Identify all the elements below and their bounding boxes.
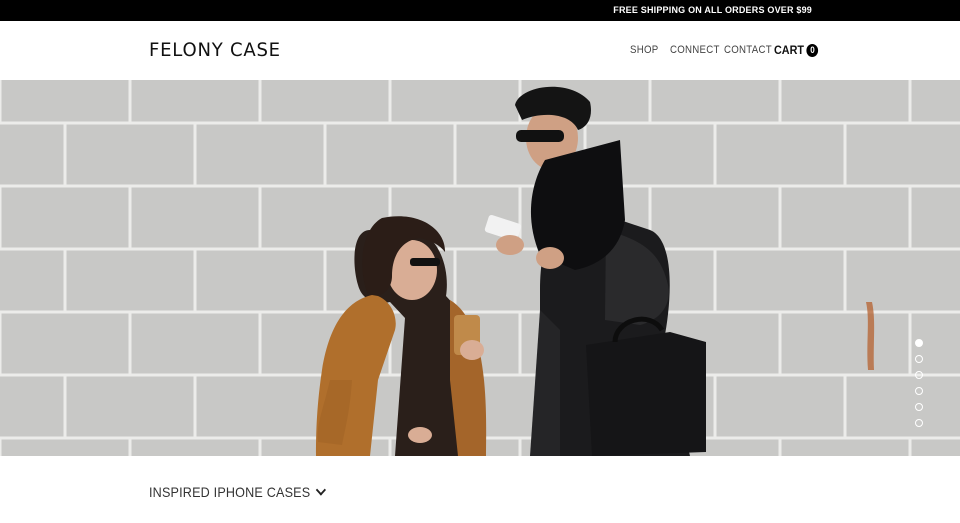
site-header: FELONY CASE SHOP CONNECT CONTACT CART 0	[0, 21, 960, 80]
slide-dot[interactable]	[915, 419, 923, 427]
cart-link[interactable]: CART 0	[774, 43, 819, 57]
slide-dot[interactable]	[915, 403, 923, 411]
slide-dot[interactable]	[915, 371, 923, 379]
nav-connect[interactable]: CONNECT	[670, 44, 720, 56]
hero-slideshow[interactable]	[0, 80, 960, 456]
cart-count-badge: 0	[806, 43, 819, 57]
nav-contact[interactable]: CONTACT	[724, 44, 772, 56]
section-title: INSPIRED IPHONE CASES	[149, 484, 311, 500]
slide-dot[interactable]	[915, 339, 923, 347]
slide-dot[interactable]	[915, 387, 923, 395]
cart-label: CART	[774, 43, 804, 57]
inspired-cases-toggle[interactable]: INSPIRED IPHONE CASES	[149, 484, 327, 500]
handbag	[586, 332, 706, 456]
nav-shop[interactable]: SHOP	[630, 44, 658, 56]
promo-bar: FREE SHIPPING ON ALL ORDERS OVER $99	[0, 0, 960, 21]
hero-image	[0, 80, 960, 456]
vertical-slide-dots	[915, 339, 923, 427]
slide-dot[interactable]	[915, 355, 923, 363]
chevron-down-icon	[316, 484, 327, 496]
site-logo[interactable]: FELONY CASE	[149, 39, 281, 61]
promo-text: FREE SHIPPING ON ALL ORDERS OVER $99	[613, 5, 812, 15]
